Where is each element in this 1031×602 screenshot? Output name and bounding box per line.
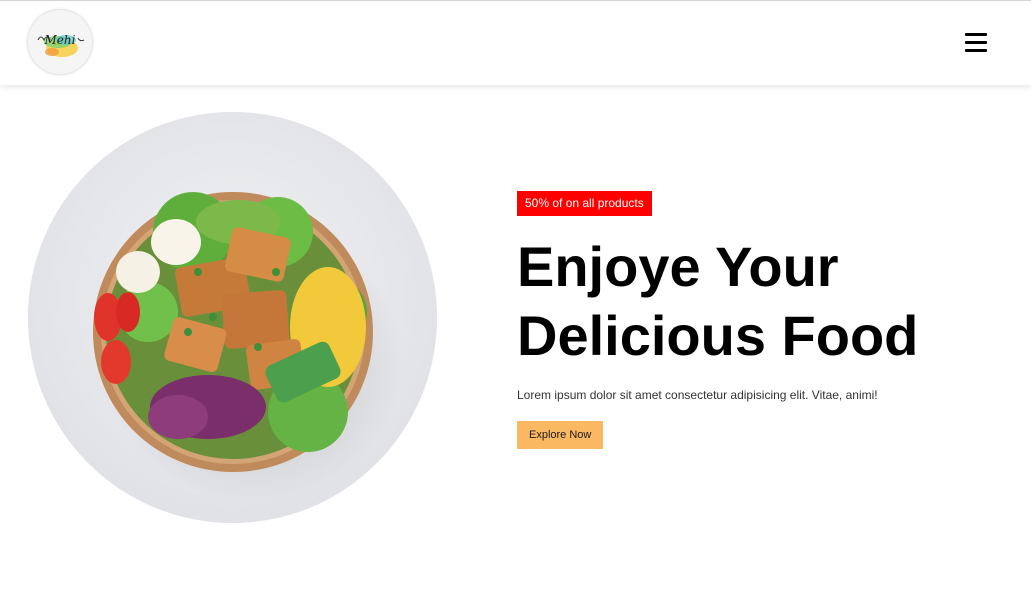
hamburger-menu-icon[interactable] — [960, 30, 992, 56]
hero-food-image — [28, 112, 437, 523]
discount-badge: 50% of on all products — [517, 191, 652, 216]
hero-title-line-1: Enjoye Your — [517, 235, 839, 298]
hero-title-line-2: Delicious Food — [517, 304, 919, 367]
site-header: Mehi — [0, 1, 1031, 85]
hero-title: Enjoye Your Delicious Food — [517, 232, 1017, 370]
logo-artwork: Mehi — [28, 10, 92, 74]
hero-description: Lorem ipsum dolor sit amet consectetur a… — [517, 388, 878, 402]
svg-text:Mehi: Mehi — [44, 33, 76, 47]
brand-logo[interactable]: Mehi — [28, 10, 92, 74]
explore-now-button[interactable]: Explore Now — [517, 421, 604, 449]
